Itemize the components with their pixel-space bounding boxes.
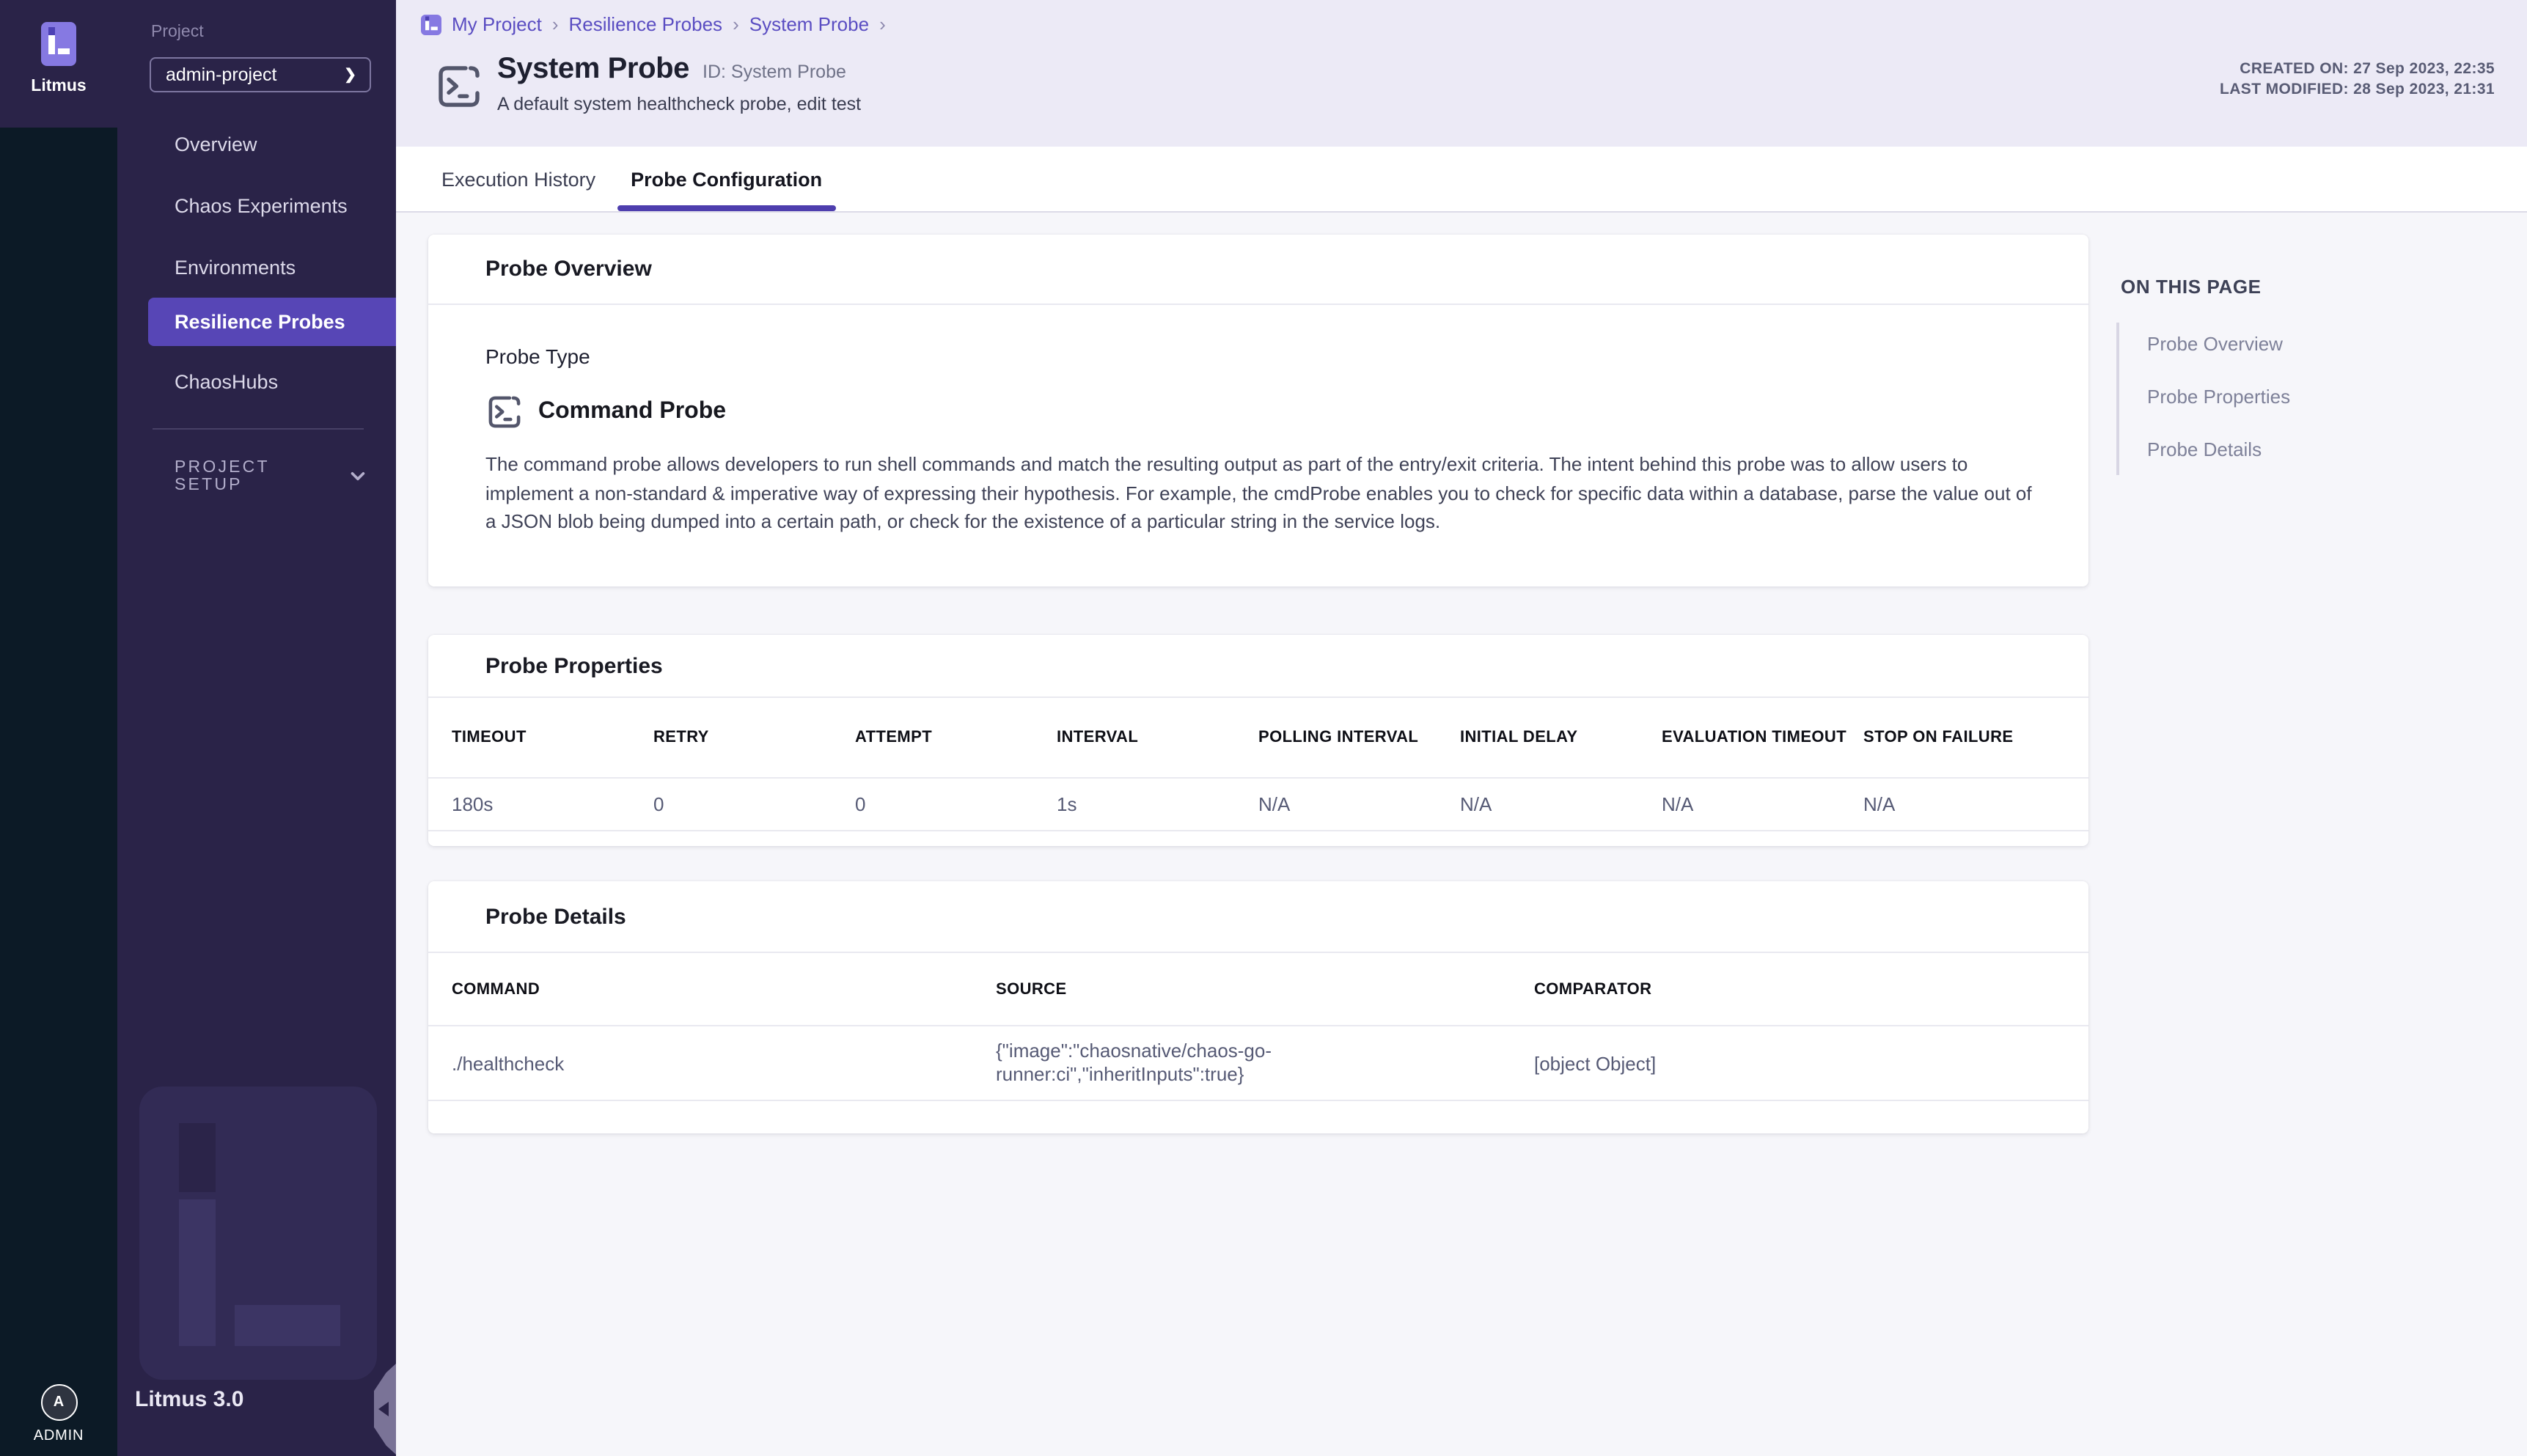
tab-probe-configuration[interactable]: Probe Configuration: [617, 147, 835, 211]
tab-execution-history[interactable]: Execution History: [428, 147, 609, 211]
divider: [428, 304, 2088, 305]
sidebar-collapse-handle[interactable]: [374, 1364, 396, 1455]
cell-initial-delay: N/A: [1460, 793, 1662, 815]
divider: [428, 1100, 2088, 1101]
sidebar-item-overview[interactable]: Overview: [117, 128, 396, 163]
chevron-down-icon: [351, 471, 365, 482]
column-header: POLLING INTERVAL: [1258, 729, 1460, 746]
column-header: RETRY: [653, 729, 855, 746]
version-label: Litmus 3.0: [135, 1387, 243, 1412]
page-header: My Project › Resilience Probes › System …: [396, 0, 2527, 147]
breadcrumb-system-probe[interactable]: System Probe: [749, 13, 869, 35]
breadcrumb-separator: ›: [552, 13, 559, 35]
properties-header-row: TIMEOUT RETRY ATTEMPT INTERVAL POLLING I…: [428, 698, 2088, 777]
user-avatar[interactable]: A: [40, 1384, 77, 1421]
sidebar-item-resilience-probes[interactable]: Resilience Probes: [148, 298, 396, 346]
probe-properties-title: Probe Properties: [485, 653, 663, 678]
page-title: System Probe: [497, 53, 689, 87]
litmus-app: Litmus A ADMIN Project admin-project ❯ O…: [0, 0, 2527, 1456]
column-header: COMMAND: [452, 980, 996, 998]
probe-overview-title: Probe Overview: [485, 257, 652, 282]
litmus-logo-icon[interactable]: [41, 22, 76, 66]
breadcrumb: My Project › Resilience Probes › System …: [421, 13, 886, 35]
details-header-row: COMMAND SOURCE COMPARATOR: [428, 953, 2088, 1025]
details-value-row: ./healthcheck {"image":"chaosnative/chao…: [428, 1026, 2088, 1100]
probe-type-description: The command probe allows developers to r…: [485, 450, 2044, 536]
column-header: STOP ON FAILURE: [1863, 729, 2065, 746]
sidebar-item-chaoshubs[interactable]: ChaosHubs: [117, 365, 396, 400]
project-setup-label: PROJECT SETUP: [175, 459, 315, 494]
probe-type-label: Probe Type: [485, 345, 2088, 368]
probe-id-label: ID: System Probe: [703, 62, 846, 82]
column-header: INTERVAL: [1057, 729, 1258, 746]
triangle-left-icon: [378, 1402, 389, 1416]
breadcrumb-separator: ›: [879, 13, 886, 35]
divider: [428, 830, 2088, 831]
terminal-probe-icon: [434, 62, 484, 111]
cell-attempt: 0: [855, 793, 1057, 815]
created-on: CREATED ON: 27 Sep 2023, 22:35: [2220, 59, 2495, 79]
column-header: COMPARATOR: [1534, 980, 2065, 998]
column-header: ATTEMPT: [855, 729, 1057, 746]
tab-content: Probe Overview Probe Type Command Probe …: [396, 213, 2527, 1455]
sidebar: Project admin-project ❯ Overview Chaos E…: [117, 0, 396, 1456]
on-this-page-link-probe-properties[interactable]: Probe Properties: [2147, 386, 2487, 408]
brand-label: Litmus: [0, 78, 117, 95]
timestamps: CREATED ON: 27 Sep 2023, 22:35 LAST MODI…: [2220, 59, 2495, 100]
on-this-page-title: ON THIS PAGE: [2121, 276, 2487, 298]
probe-details-title: Probe Details: [485, 904, 626, 929]
properties-value-row: 180s 0 0 1s N/A N/A N/A N/A: [428, 779, 2088, 830]
cell-polling-interval: N/A: [1258, 793, 1460, 815]
probe-properties-card: Probe Properties TIMEOUT RETRY ATTEMPT I…: [428, 635, 2088, 846]
on-this-page-link-probe-overview[interactable]: Probe Overview: [2147, 333, 2487, 355]
cell-source: {"image":"chaosnative/chaos-go-runner:ci…: [996, 1039, 1348, 1087]
cell-interval: 1s: [1057, 793, 1258, 815]
on-this-page-link-probe-details[interactable]: Probe Details: [2147, 438, 2487, 460]
brand-rail: Litmus A ADMIN: [0, 0, 117, 1456]
sidebar-divider: [153, 428, 364, 430]
project-label: Project: [151, 23, 204, 41]
litmus-watermark-logo: [139, 1087, 377, 1380]
cell-evaluation-timeout: N/A: [1662, 793, 1863, 815]
column-header: TIMEOUT: [452, 729, 653, 746]
sidebar-item-chaos-experiments[interactable]: Chaos Experiments: [117, 189, 396, 224]
column-header: INITIAL DELAY: [1460, 729, 1662, 746]
last-modified: LAST MODIFIED: 28 Sep 2023, 21:31: [2220, 79, 2495, 100]
column-header: EVALUATION TIMEOUT: [1662, 729, 1863, 746]
probe-overview-card: Probe Overview Probe Type Command Probe …: [428, 235, 2088, 587]
on-this-page-nav: ON THIS PAGE Probe Overview Probe Proper…: [2121, 276, 2487, 475]
tab-bar: Execution History Probe Configuration: [396, 147, 2527, 213]
avatar-initial: A: [54, 1394, 64, 1411]
cell-timeout: 180s: [452, 793, 653, 815]
breadcrumb-resilience-probes[interactable]: Resilience Probes: [569, 13, 723, 35]
chevron-right-icon: ❯: [344, 67, 356, 83]
project-selector[interactable]: admin-project ❯: [150, 57, 371, 92]
sidebar-item-environments[interactable]: Environments: [117, 251, 396, 286]
probe-subtitle: A default system healthcheck probe, edit…: [497, 94, 861, 114]
admin-label: ADMIN: [0, 1428, 117, 1444]
project-setup-toggle[interactable]: PROJECT SETUP: [175, 459, 365, 494]
litmus-mini-logo-icon: [421, 14, 441, 34]
breadcrumb-my-project[interactable]: My Project: [452, 13, 542, 35]
terminal-probe-icon-small: [485, 393, 524, 431]
cell-comparator: [object Object]: [1534, 1052, 2065, 1074]
project-selector-value: admin-project: [166, 65, 276, 85]
probe-details-card: Probe Details COMMAND SOURCE COMPARATOR …: [428, 881, 2088, 1133]
cell-retry: 0: [653, 793, 855, 815]
breadcrumb-separator: ›: [733, 13, 739, 35]
probe-type-name: Command Probe: [538, 399, 726, 425]
column-header: SOURCE: [996, 980, 1534, 998]
main-area: My Project › Resilience Probes › System …: [396, 0, 2527, 1456]
brand-rail-top: Litmus: [0, 0, 117, 128]
cell-command: ./healthcheck: [452, 1052, 996, 1074]
cell-stop-on-failure: N/A: [1863, 793, 2065, 815]
